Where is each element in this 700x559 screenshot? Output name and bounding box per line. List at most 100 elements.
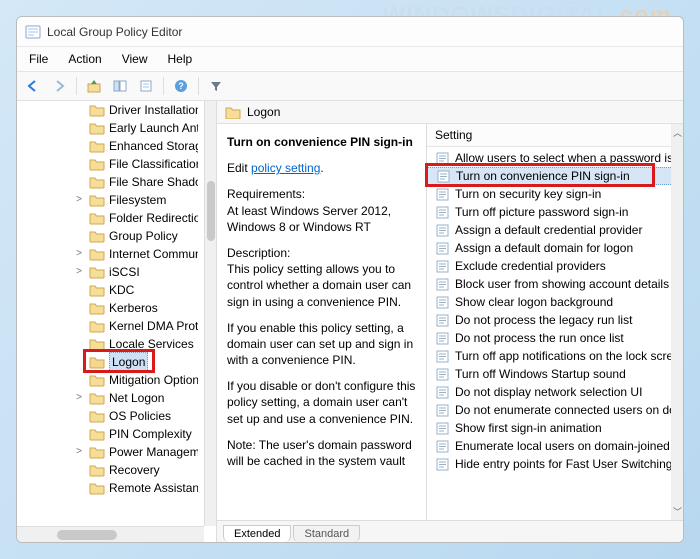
tree-item[interactable]: Locale Services	[73, 335, 204, 353]
tree-item-label: Recovery	[109, 461, 160, 479]
setting-item[interactable]: Enumerate local users on domain-joined c…	[427, 437, 683, 455]
setting-item[interactable]: Assign a default credential provider	[427, 221, 683, 239]
tree-item-label: Internet Communication	[109, 245, 198, 263]
setting-item[interactable]: Turn on security key sign-in	[427, 185, 683, 203]
tree-item[interactable]: >iSCSI	[73, 263, 204, 281]
forward-button[interactable]	[47, 75, 71, 97]
setting-item[interactable]: Turn off picture password sign-in	[427, 203, 683, 221]
settings-list[interactable]: Allow users to select when a password is…	[427, 147, 683, 520]
tree-horizontal-scrollbar[interactable]	[17, 526, 204, 542]
setting-item[interactable]: Show first sign-in animation	[427, 419, 683, 437]
tree-item[interactable]: Mitigation Options	[73, 371, 204, 389]
properties-button[interactable]	[134, 75, 158, 97]
folder-icon	[89, 121, 105, 135]
setting-label: Do not process the legacy run list	[455, 313, 632, 327]
tree-item[interactable]: Kernel DMA Protection	[73, 317, 204, 335]
expand-icon[interactable]: >	[73, 443, 85, 461]
scroll-down-icon[interactable]: ﹀	[673, 505, 682, 518]
requirements-block: Requirements: At least Windows Server 20…	[227, 186, 418, 235]
setting-item[interactable]: Exclude credential providers	[427, 257, 683, 275]
folder-icon	[89, 301, 105, 315]
setting-item[interactable]: Do not display network selection UI	[427, 383, 683, 401]
note-text: Note: The user's domain password will be…	[227, 437, 418, 469]
show-hide-tree-button[interactable]	[108, 75, 132, 97]
setting-item[interactable]: Turn on convenience PIN sign-in	[427, 167, 683, 185]
tree-item[interactable]: Logon	[73, 353, 204, 371]
setting-item[interactable]: Block user from showing account details …	[427, 275, 683, 293]
setting-item[interactable]: Turn off app notifications on the lock s…	[427, 347, 683, 365]
setting-label: Turn off app notifications on the lock s…	[455, 349, 683, 363]
tree-item[interactable]: Enhanced Storage	[73, 137, 204, 155]
folder-icon	[89, 103, 105, 117]
tree-item[interactable]: Folder Redirection	[73, 209, 204, 227]
tree-item[interactable]: >Filesystem	[73, 191, 204, 209]
tab-extended[interactable]: Extended	[223, 525, 291, 542]
policy-icon	[435, 439, 449, 453]
policy-icon	[435, 457, 449, 471]
tree-item[interactable]: Remote Assistance	[73, 479, 204, 497]
folder-icon	[89, 193, 105, 207]
settings-column-header[interactable]: Setting	[427, 124, 683, 147]
tree-item[interactable]: Group Policy	[73, 227, 204, 245]
folder-icon	[89, 211, 105, 225]
expand-icon[interactable]: >	[73, 191, 85, 209]
policy-icon	[435, 205, 449, 219]
tree-vertical-scrollbar[interactable]	[204, 101, 216, 526]
menu-action[interactable]: Action	[60, 49, 109, 69]
setting-item[interactable]: Do not process the run once list	[427, 329, 683, 347]
settings-pane: Setting Allow users to select when a pas…	[427, 124, 683, 520]
policy-icon	[436, 169, 450, 183]
setting-item[interactable]: Do not enumerate connected users on doma…	[427, 401, 683, 419]
description-pane: Turn on convenience PIN sign-in Edit pol…	[217, 124, 427, 520]
tree-item[interactable]: PIN Complexity	[73, 425, 204, 443]
tree[interactable]: Driver InstallationEarly Launch Antimalw…	[17, 101, 204, 497]
policy-icon	[435, 151, 449, 165]
svg-text:?: ?	[178, 81, 184, 91]
filter-button[interactable]	[204, 75, 228, 97]
scroll-up-icon[interactable]: ︿	[673, 126, 682, 139]
expand-icon[interactable]: >	[73, 263, 85, 281]
setting-item[interactable]: Assign a default domain for logon	[427, 239, 683, 257]
folder-icon	[89, 355, 105, 369]
menu-file[interactable]: File	[21, 49, 56, 69]
tree-item[interactable]: >Power Management	[73, 443, 204, 461]
tree-item[interactable]: Kerberos	[73, 299, 204, 317]
tree-item[interactable]: Early Launch Antimalware	[73, 119, 204, 137]
menu-view[interactable]: View	[114, 49, 156, 69]
policy-icon	[435, 241, 449, 255]
edit-policy-link[interactable]: policy setting	[251, 161, 320, 175]
tree-item[interactable]: Driver Installation	[73, 101, 204, 119]
settings-vertical-scrollbar[interactable]: ︿﹀	[671, 124, 683, 520]
toolbar-separator	[198, 77, 199, 95]
tree-item-label: Folder Redirection	[109, 209, 198, 227]
tree-item[interactable]: > Internet Communication	[73, 245, 204, 263]
setting-item[interactable]: Show clear logon background	[427, 293, 683, 311]
tab-standard[interactable]: Standard	[293, 525, 360, 542]
setting-item[interactable]: Hide entry points for Fast User Switchin…	[427, 455, 683, 473]
folder-icon	[89, 391, 105, 405]
toolbar-separator	[76, 77, 77, 95]
tree-item-label: File Classification	[109, 155, 198, 173]
tree-item[interactable]: File Share Shadow Copy	[73, 173, 204, 191]
up-button[interactable]	[82, 75, 106, 97]
help-button[interactable]: ?	[169, 75, 193, 97]
breadcrumb-label: Logon	[247, 105, 280, 119]
setting-item[interactable]: Do not process the legacy run list	[427, 311, 683, 329]
menu-help[interactable]: Help	[160, 49, 201, 69]
tree-item[interactable]: OS Policies	[73, 407, 204, 425]
content-area: Driver InstallationEarly Launch Antimalw…	[17, 101, 683, 542]
back-button[interactable]	[21, 75, 45, 97]
tab-strip: Extended Standard	[217, 520, 683, 542]
setting-item[interactable]: Allow users to select when a password is…	[427, 149, 683, 167]
setting-item[interactable]: Turn off Windows Startup sound	[427, 365, 683, 383]
enable-text: If you enable this policy setting, a dom…	[227, 320, 418, 369]
tree-item[interactable]: Recovery	[73, 461, 204, 479]
folder-icon	[89, 409, 105, 423]
tree-item[interactable]: KDC	[73, 281, 204, 299]
tree-item[interactable]: > Net Logon	[73, 389, 204, 407]
tree-item[interactable]: File Classification	[73, 155, 204, 173]
expand-icon[interactable]: >	[73, 389, 85, 407]
tree-item-label: Net Logon	[109, 389, 164, 407]
tree-item-label: Kerberos	[109, 299, 158, 317]
expand-icon[interactable]: >	[73, 245, 85, 263]
